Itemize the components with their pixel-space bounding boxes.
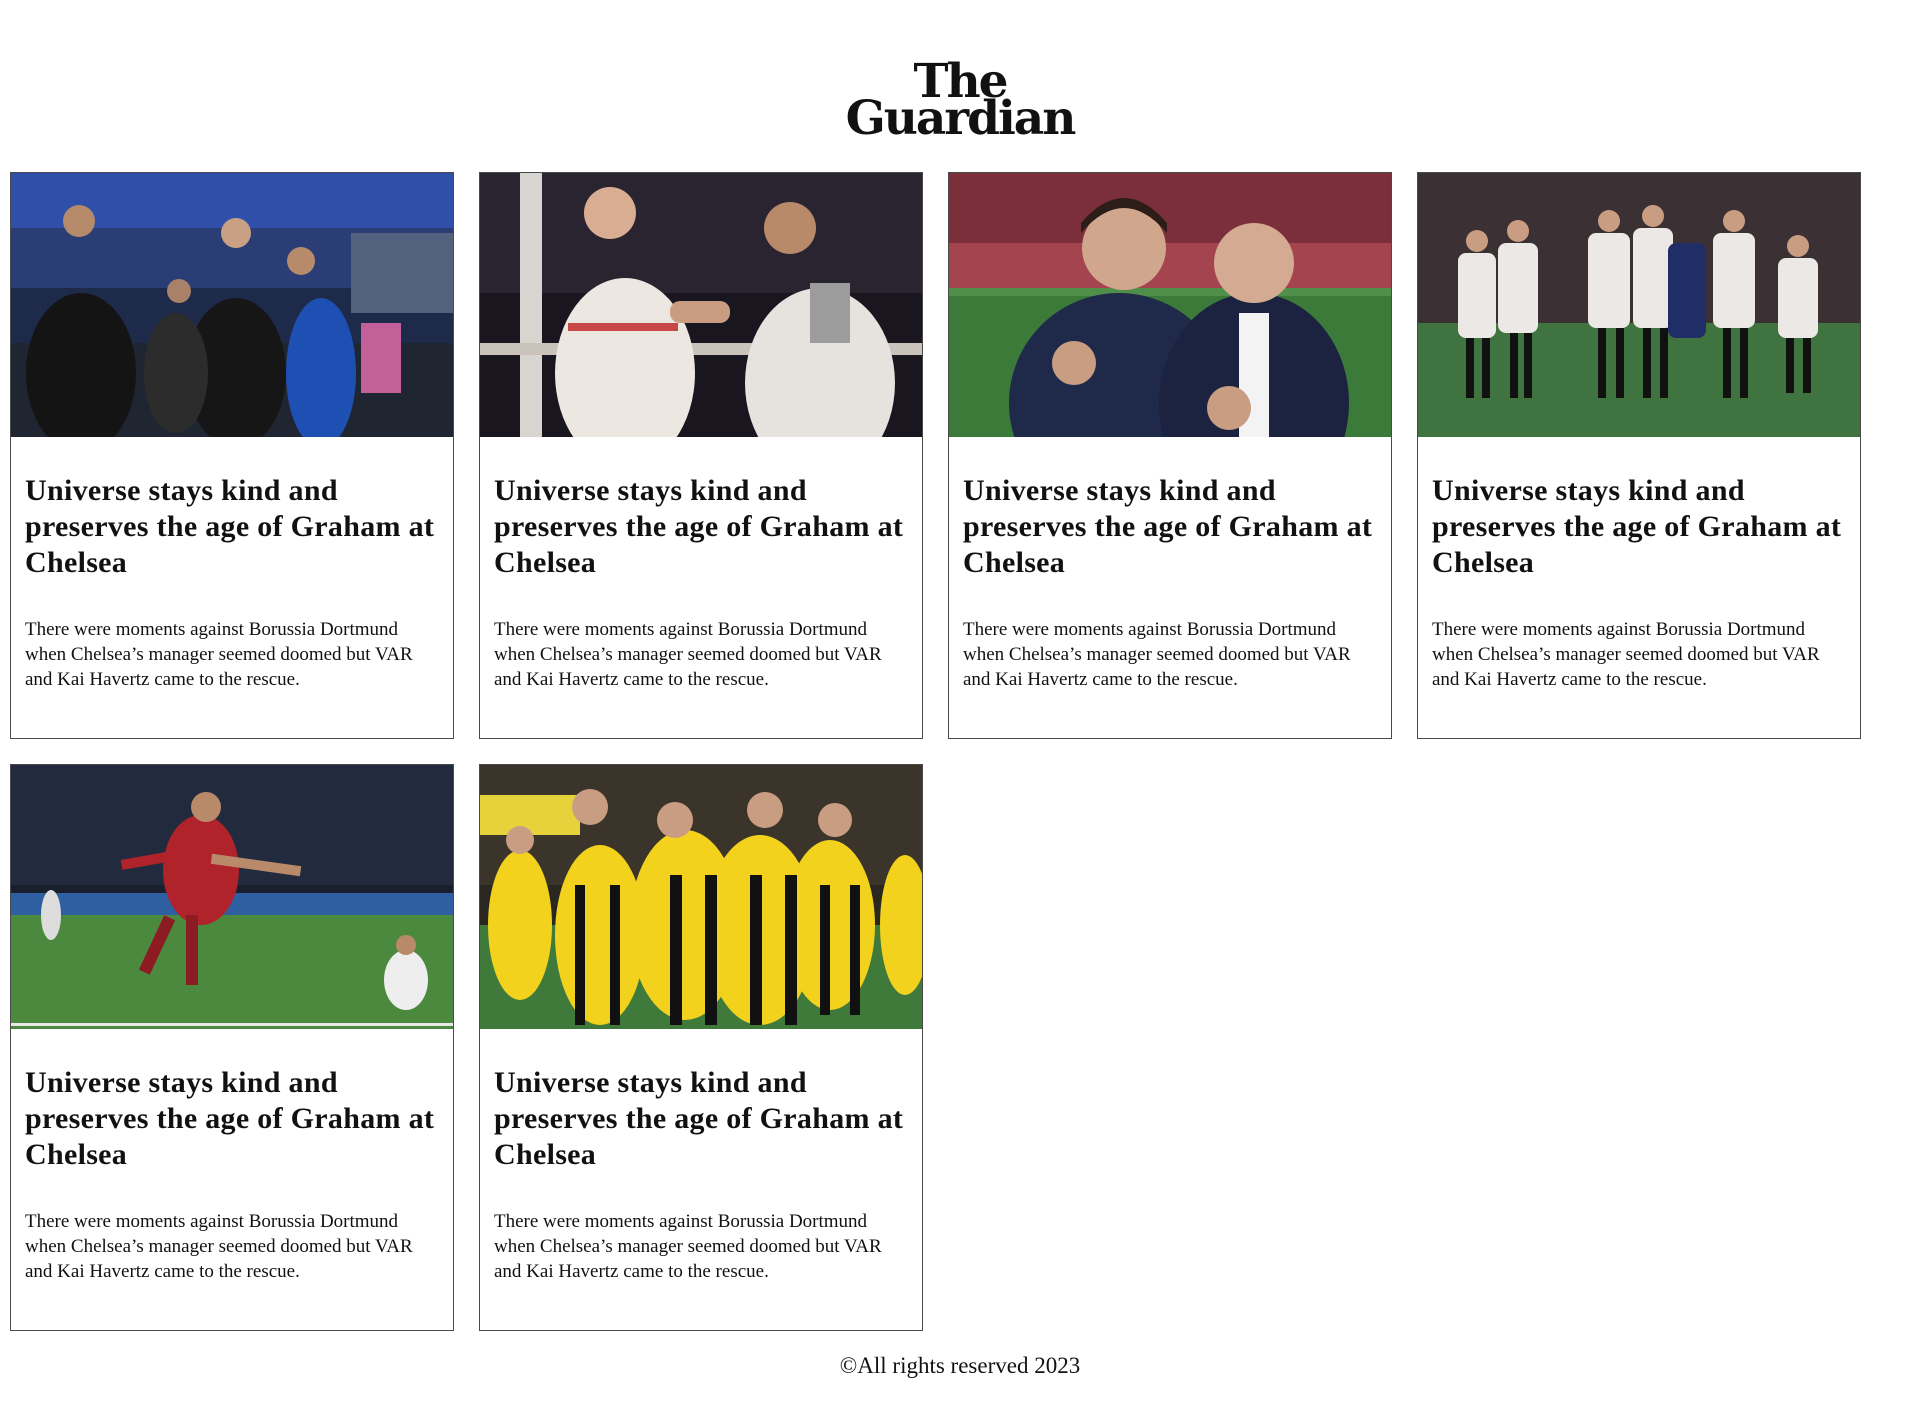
article-headline[interactable]: Universe stays kind and preserves the ag… — [1432, 473, 1846, 581]
article-card[interactable]: Universe stays kind and preserves the ag… — [479, 764, 923, 1331]
article-image[interactable] — [1418, 173, 1860, 437]
article-headline[interactable]: Universe stays kind and preserves the ag… — [963, 473, 1377, 581]
article-image[interactable] — [480, 765, 922, 1029]
article-image[interactable] — [11, 765, 453, 1029]
article-headline[interactable]: Universe stays kind and preserves the ag… — [25, 473, 439, 581]
article-card[interactable]: Universe stays kind and preserves the ag… — [1417, 172, 1861, 739]
site-header: The Guardian — [0, 58, 1920, 146]
article-summary: There were moments against Borussia Dort… — [963, 619, 1351, 690]
article-headline[interactable]: Universe stays kind and preserves the ag… — [494, 1065, 908, 1173]
article-image[interactable] — [11, 173, 453, 437]
copyright-text: ©All rights reserved 2023 — [839, 1353, 1081, 1378]
guardian-logo[interactable]: The Guardian — [845, 58, 1077, 146]
article-summary: There were moments against Borussia Dort… — [494, 1211, 882, 1282]
article-summary: There were moments against Borussia Dort… — [25, 619, 413, 690]
site-footer: ©All rights reserved 2023 — [0, 1353, 1920, 1379]
article-image[interactable] — [949, 173, 1391, 437]
article-image[interactable] — [480, 173, 922, 437]
article-card[interactable]: Universe stays kind and preserves the ag… — [10, 172, 454, 739]
article-summary: There were moments against Borussia Dort… — [25, 1211, 413, 1282]
article-grid: Universe stays kind and preserves the ag… — [10, 172, 1861, 1331]
logo-line-guardian: Guardian — [845, 90, 1077, 146]
article-summary: There were moments against Borussia Dort… — [494, 619, 882, 690]
article-summary: There were moments against Borussia Dort… — [1432, 619, 1820, 690]
article-card[interactable]: Universe stays kind and preserves the ag… — [10, 764, 454, 1331]
article-headline[interactable]: Universe stays kind and preserves the ag… — [25, 1065, 439, 1173]
article-card[interactable]: Universe stays kind and preserves the ag… — [948, 172, 1392, 739]
article-card[interactable]: Universe stays kind and preserves the ag… — [479, 172, 923, 739]
article-headline[interactable]: Universe stays kind and preserves the ag… — [494, 473, 908, 581]
